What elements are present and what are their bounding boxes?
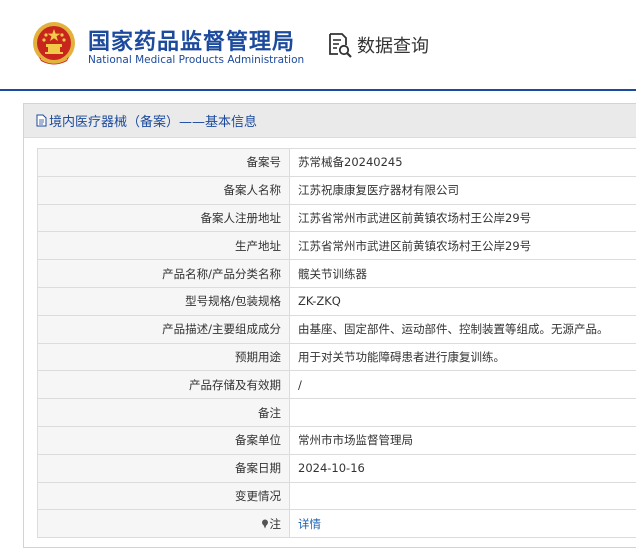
table-row: 备案日期 2024-10-16 [37, 453, 636, 483]
table-row: 产品存储及有效期 / [37, 370, 636, 400]
row-value: 详情 [289, 509, 636, 539]
table-row: 备案号 苏常械备20240245 [37, 148, 636, 177]
row-value [289, 481, 636, 511]
pin-icon [261, 519, 268, 529]
table-row: 产品描述/主要组成成分 由基座、固定部件、运动部件、控制装置等组成。无源产品。 [37, 314, 636, 344]
national-emblem-icon [33, 22, 75, 65]
table-row: 备注 [37, 398, 636, 427]
row-label: 型号规格/包装规格 [37, 286, 290, 316]
document-search-icon [329, 33, 352, 58]
row-label: 预期用途 [37, 342, 290, 372]
info-table: 备案号 苏常械备20240245 备案人名称 江苏祝康康复医疗器材有限公司 备案… [37, 148, 636, 539]
row-value: 用于对关节功能障碍患者进行康复训练。 [289, 342, 636, 372]
table-row: 产品名称/产品分类名称 髋关节训练器 [37, 259, 636, 288]
row-value: 由基座、固定部件、运动部件、控制装置等组成。无源产品。 [289, 314, 636, 344]
document-icon [36, 114, 47, 127]
site-header: 国家药品监督管理局 National Medical Products Admi… [0, 0, 636, 91]
note-label: 注 [269, 516, 282, 531]
panel-title: 境内医疗器械（备案）——基本信息 [49, 115, 258, 130]
row-value: 2024-10-16 [289, 453, 636, 483]
row-value: 江苏省常州市武进区前黄镇农场村王公岸29号 [289, 203, 636, 233]
table-row: 备案人注册地址 江苏省常州市武进区前黄镇农场村王公岸29号 [37, 203, 636, 233]
row-label: 备案人注册地址 [37, 203, 290, 233]
row-label: 变更情况 [37, 481, 290, 511]
row-value: 苏常械备20240245 [289, 148, 636, 177]
row-value: ZK-ZKQ [289, 286, 636, 316]
table-row: 型号规格/包装规格 ZK-ZKQ [37, 286, 636, 316]
row-value: 江苏省常州市武进区前黄镇农场村王公岸29号 [289, 231, 636, 261]
row-label: 生产地址 [37, 231, 290, 261]
table-row: 注 详情 [37, 509, 636, 539]
row-value: 髋关节训练器 [289, 259, 636, 288]
row-value: 江苏祝康康复医疗器材有限公司 [289, 175, 636, 205]
site-subtitle: National Medical Products Administration [88, 54, 305, 66]
details-link[interactable]: 详情 [298, 517, 321, 531]
data-query-label: 数据查询 [357, 36, 429, 57]
row-label: 备注 [37, 398, 290, 427]
row-label: 产品存储及有效期 [37, 370, 290, 400]
row-value: / [289, 370, 636, 400]
row-value: 常州市市场监督管理局 [289, 425, 636, 455]
detail-panel: 境内医疗器械（备案）——基本信息 备案号 苏常械备20240245 备案人名称 … [23, 103, 636, 548]
panel-header: 境内医疗器械（备案）——基本信息 [24, 104, 636, 138]
table-row: 预期用途 用于对关节功能障碍患者进行康复训练。 [37, 342, 636, 372]
table-row: 生产地址 江苏省常州市武进区前黄镇农场村王公岸29号 [37, 231, 636, 261]
row-label: 产品名称/产品分类名称 [37, 259, 290, 288]
table-row: 变更情况 [37, 481, 636, 511]
table-row: 备案单位 常州市市场监督管理局 [37, 425, 636, 455]
row-label-note: 注 [37, 509, 290, 539]
header-divider [0, 89, 636, 91]
row-label: 备案单位 [37, 425, 290, 455]
data-query-link[interactable]: 数据查询 [327, 31, 429, 59]
row-value [289, 398, 636, 427]
row-label: 备案日期 [37, 453, 290, 483]
row-label: 产品描述/主要组成成分 [37, 314, 290, 344]
row-label: 备案号 [37, 148, 290, 177]
row-label: 备案人名称 [37, 175, 290, 205]
site-title: 国家药品监督管理局 [88, 30, 296, 55]
table-row: 备案人名称 江苏祝康康复医疗器材有限公司 [37, 175, 636, 205]
